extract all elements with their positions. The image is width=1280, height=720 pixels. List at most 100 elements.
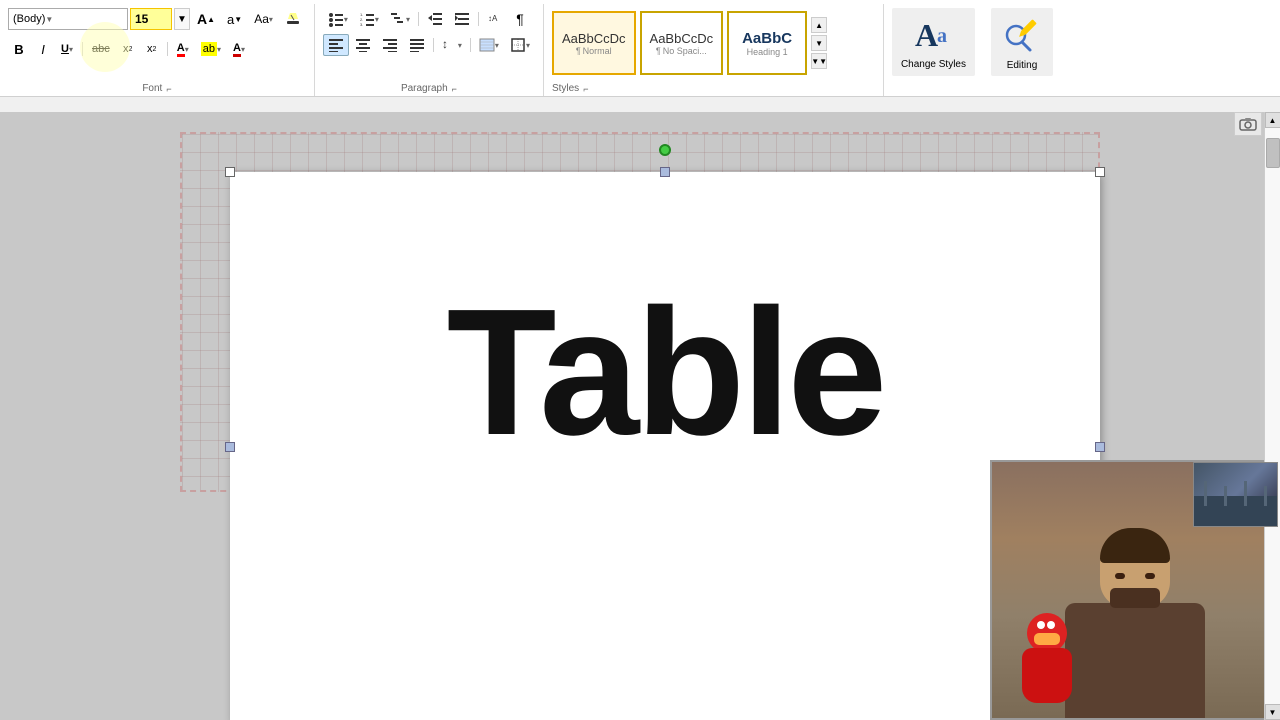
elmo-eye-right [1047,621,1055,629]
styles-scroll-down[interactable]: ▼ [811,35,827,51]
styles-scroll-more[interactable]: ▼▼ [811,53,827,69]
numbering-arrow: ▾ [375,15,379,24]
bullets-btn[interactable]: ▾ [323,8,353,30]
styles-expand-btn[interactable]: ⌐ [583,84,588,94]
align-right-btn[interactable] [377,34,403,56]
underline-label: U [61,43,69,55]
change-styles-icon-area: A a [909,13,957,59]
subscript-btn[interactable]: x2 [117,38,139,60]
justify-btn[interactable] [404,34,430,56]
handle-top-center[interactable] [660,167,670,177]
scroll-up-btn[interactable]: ▲ [1265,112,1280,128]
thumbnail-tower1 [1204,481,1207,506]
divider1 [82,42,83,56]
scroll-down-btn[interactable]: ▼ [1265,704,1280,720]
font-name-input[interactable]: (Body) ▼ [8,8,128,30]
line-spacing-icon: ↕ [442,38,458,52]
person-silhouette [1045,518,1225,718]
style-normal[interactable]: AaBbCcDc ¶Normal [552,11,636,75]
align-center-btn[interactable] [350,34,376,56]
sort-icon: ↕A [487,12,503,26]
italic-btn[interactable]: I [32,38,54,60]
shrink-font-btn[interactable]: a▼ [222,8,247,30]
style-nospacing[interactable]: AaBbCcDc ¶No Spaci... [640,11,724,75]
editing-icon [1002,15,1042,59]
font-row1: (Body) ▼ 15 ▼ A▲ a▼ Aa▾ [8,8,306,30]
change-case-btn[interactable]: Aa▾ [249,8,278,30]
change-styles-icon: A a [911,14,955,58]
svg-text:↕A: ↕A [488,14,498,23]
handle-mid-left[interactable] [225,442,235,452]
eraser-icon [285,11,301,27]
numbering-btn[interactable]: 1. 2. 3. ▾ [354,8,384,30]
underline-arrow: ▾ [69,45,73,54]
shading-btn[interactable]: ▾ [474,34,504,56]
multilevel-btn[interactable]: ▾ [385,8,415,30]
increase-indent-btn[interactable] [449,8,475,30]
styles-scroll-up[interactable]: ▲ [811,17,827,33]
font-color-arrow: ▾ [185,45,189,54]
decrease-indent-btn[interactable] [422,8,448,30]
svg-text:↕: ↕ [442,38,448,51]
scroll-thumb[interactable] [1266,138,1280,168]
sort-btn[interactable]: ↕A [482,8,508,30]
font-size-dropdown-btn[interactable]: ▼ [174,8,190,30]
change-styles-btn[interactable]: A a Change Styles [892,8,975,76]
strikethrough-btn[interactable]: abc [87,38,115,60]
paragraph-group: ▾ 1. 2. 3. ▾ [315,4,544,96]
bullets-arrow: ▾ [344,15,348,24]
font-group: (Body) ▼ 15 ▼ A▲ a▼ Aa▾ [0,4,315,96]
increase-indent-icon [454,12,470,26]
font-size-input[interactable]: 15 [130,8,172,30]
align-left-icon [328,38,344,52]
align-left-btn[interactable] [323,34,349,56]
ribbon-groups: (Body) ▼ 15 ▼ A▲ a▼ Aa▾ [0,4,1280,96]
handle-top-left[interactable] [225,167,235,177]
styles-group: AaBbCcDc ¶Normal AaBbCcDc ¶No Spaci... A… [544,4,884,96]
para-divider4 [470,38,471,52]
text-color-btn[interactable]: A ▾ [228,38,250,60]
para-divider3 [433,38,434,52]
line-spacing-btn[interactable]: ↕ ▾ [437,34,467,56]
numbering-icon: 1. 2. 3. [359,11,375,27]
rotation-handle[interactable] [659,144,671,156]
camera-btn[interactable] [1234,112,1262,136]
text-color-label: A [233,42,241,57]
webcam-thumbnail [1193,462,1278,527]
person-eye-left [1115,573,1125,579]
font-size-buttons: ▼ [174,8,190,30]
paragraph-group-label: Paragraph ⌐ [323,83,535,94]
highlight-label: ab [201,42,217,56]
handle-top-right[interactable] [1095,167,1105,177]
font-expand-btn[interactable]: ⌐ [166,84,171,94]
clear-formatting-btn[interactable] [280,8,306,30]
change-styles-group: A a Change Styles [884,4,983,96]
scroll-track[interactable] [1265,128,1280,704]
para-divider2 [478,12,479,26]
editing-icon-area [1000,13,1044,60]
sub-label: 2 [129,46,133,53]
borders-btn[interactable]: ▾ [505,34,535,56]
borders-arrow: ▾ [526,41,530,50]
bold-btn[interactable]: B [8,38,30,60]
change-case-arrow: ▾ [269,15,273,24]
editing-btn[interactable]: Editing [991,8,1053,76]
multilevel-icon [390,11,406,27]
style-heading1[interactable]: AaBbC Heading 1 [727,11,807,75]
webcam-overlay [990,460,1280,720]
style-nospacing-preview: AaBbCcDc [650,31,714,46]
elmo-eye-left [1037,621,1045,629]
underline-btn[interactable]: U ▾ [56,38,78,60]
grow-font-btn[interactable]: A▲ [192,8,220,30]
handle-mid-right[interactable] [1095,442,1105,452]
highlight-btn[interactable]: ab ▾ [196,38,226,60]
show-marks-btn[interactable]: ¶ [509,8,531,30]
font-color-btn[interactable]: A ▾ [172,38,194,60]
svg-text:3.: 3. [360,22,363,27]
paragraph-expand-btn[interactable]: ⌐ [452,84,457,94]
bullets-icon [328,11,344,27]
style-normal-preview: AaBbCcDc [562,31,626,46]
superscript-btn[interactable]: x2 [141,38,163,60]
font-group-label: Font ⌐ [8,83,306,94]
decrease-indent-icon [427,12,443,26]
